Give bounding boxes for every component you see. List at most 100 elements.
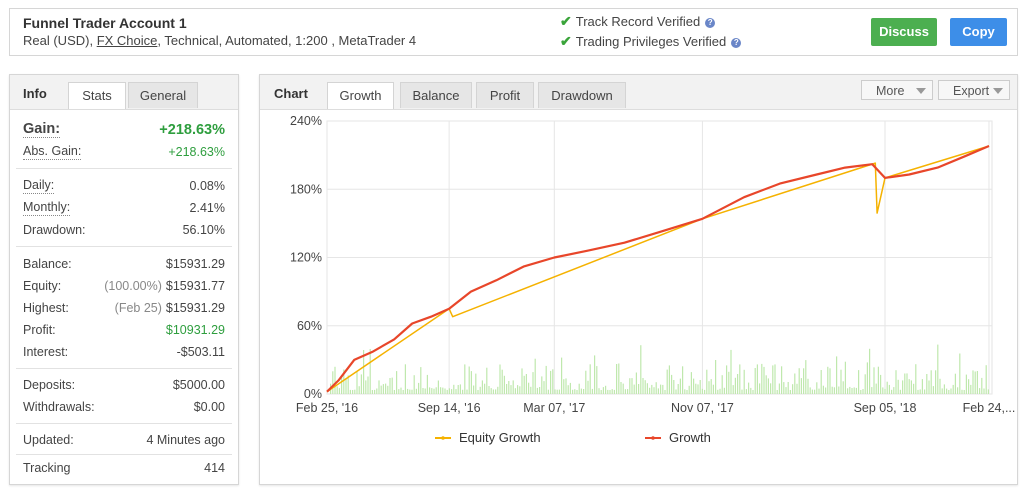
volume-bar [915, 364, 917, 394]
volume-bar [963, 390, 965, 394]
volume-bar [433, 388, 435, 394]
volume-bar [583, 389, 585, 394]
tab-stats[interactable]: Stats [68, 82, 126, 109]
volume-bar [666, 369, 668, 394]
volume-bar [468, 366, 470, 394]
tab-profit[interactable]: Profit [476, 82, 534, 108]
volume-bar [662, 384, 664, 394]
volume-bar [750, 387, 752, 394]
tab-balance[interactable]: Balance [400, 82, 472, 108]
volume-bar [697, 384, 699, 394]
volume-bar [695, 383, 697, 394]
abs-gain-value: +218.63% [168, 145, 225, 159]
volume-bar [937, 344, 939, 394]
volume-bar [477, 390, 479, 394]
x-tick-label: Sep 14, '16 [418, 401, 481, 415]
volume-bar [528, 382, 530, 394]
volume-bar [959, 353, 961, 394]
volume-bar [965, 374, 967, 394]
volume-bar [391, 377, 393, 394]
volume-bar [699, 380, 701, 394]
volume-bar [490, 388, 492, 394]
highest-date: (Feb 25) [114, 301, 162, 315]
volume-bar [374, 389, 376, 394]
volume-bar [646, 383, 648, 394]
volume-bar [917, 389, 919, 394]
volume-bar [534, 358, 536, 394]
equity-percent: (100.00%) [104, 279, 162, 293]
volume-bar [418, 382, 420, 394]
export-dropdown[interactable]: Export [938, 80, 1010, 100]
volume-bar [721, 375, 723, 394]
volume-bar [642, 378, 644, 394]
volume-bar [332, 371, 334, 394]
tab-drawdown[interactable]: Drawdown [538, 82, 626, 108]
volume-bar [481, 380, 483, 394]
volume-bar [629, 378, 631, 394]
volume-bar [506, 384, 508, 394]
volume-bar [473, 385, 475, 394]
volume-bar [567, 385, 569, 394]
volume-bar [532, 372, 534, 394]
volume-bar [415, 388, 417, 394]
abs-gain-label[interactable]: Abs. Gain: [23, 143, 82, 160]
volume-bar [576, 390, 578, 394]
help-icon[interactable]: ? [731, 37, 742, 48]
volume-bar [730, 349, 732, 394]
volume-bar [539, 387, 541, 394]
volume-bar [550, 370, 552, 394]
monthly-label[interactable]: Monthly: [23, 199, 71, 216]
chart-tabbar: Chart Growth Balance Profit Drawdown Mor… [260, 75, 1017, 110]
volume-bar [385, 383, 387, 394]
volume-bar [908, 379, 910, 394]
volume-bar [541, 376, 543, 394]
more-dropdown[interactable]: More [861, 80, 933, 100]
volume-bar [849, 386, 851, 394]
gain-label[interactable]: Gain: [23, 121, 61, 138]
discuss-button[interactable]: Discuss [871, 18, 937, 46]
broker-link[interactable]: FX Choice [97, 33, 158, 48]
volume-bar [767, 378, 769, 394]
volume-bar [484, 383, 486, 394]
account-subtitle: Real (USD), FX Choice, Technical, Automa… [23, 33, 416, 48]
volume-bar [607, 389, 609, 394]
volume-bar [552, 369, 554, 394]
x-tick-label: Feb 25, '16 [296, 401, 358, 415]
updated-value: 4 Minutes ago [146, 433, 225, 447]
volume-bar [886, 381, 888, 394]
info-tabbar: Info Stats General [10, 75, 238, 110]
volume-bar [761, 363, 763, 394]
check-icon: ✔ [560, 13, 572, 29]
volume-bar [492, 389, 494, 394]
volume-bar [783, 382, 785, 394]
volume-bar [514, 388, 516, 394]
volume-bar [831, 386, 833, 394]
drawdown-label: Drawdown: [23, 223, 86, 237]
volume-bar [950, 388, 952, 394]
copy-button[interactable]: Copy [950, 18, 1007, 46]
daily-label[interactable]: Daily: [23, 177, 55, 194]
highest-value: $15931.29 [165, 301, 225, 315]
help-icon[interactable]: ? [705, 17, 716, 28]
volume-bar [743, 369, 745, 394]
volume-bar [442, 387, 444, 394]
volume-bar [558, 389, 560, 394]
tab-growth[interactable]: Growth [327, 82, 394, 109]
volume-bar [638, 384, 640, 394]
volume-bar [574, 389, 576, 394]
volume-bar [510, 385, 512, 394]
volume-bar [701, 388, 703, 394]
volume-bar [930, 370, 932, 394]
volume-bar [858, 370, 860, 394]
volume-bar [660, 384, 662, 394]
volume-bar [671, 374, 673, 394]
volume-bar [525, 374, 527, 394]
account-header: Funnel Trader Account 1 Real (USD), FX C… [9, 8, 1018, 56]
volume-bar [536, 387, 538, 394]
tab-general[interactable]: General [128, 82, 198, 108]
volume-bar [561, 357, 563, 394]
volume-bar [686, 390, 688, 394]
volume-bar [910, 380, 912, 394]
volume-bar [409, 389, 411, 394]
y-tick-label: 120% [290, 251, 322, 265]
